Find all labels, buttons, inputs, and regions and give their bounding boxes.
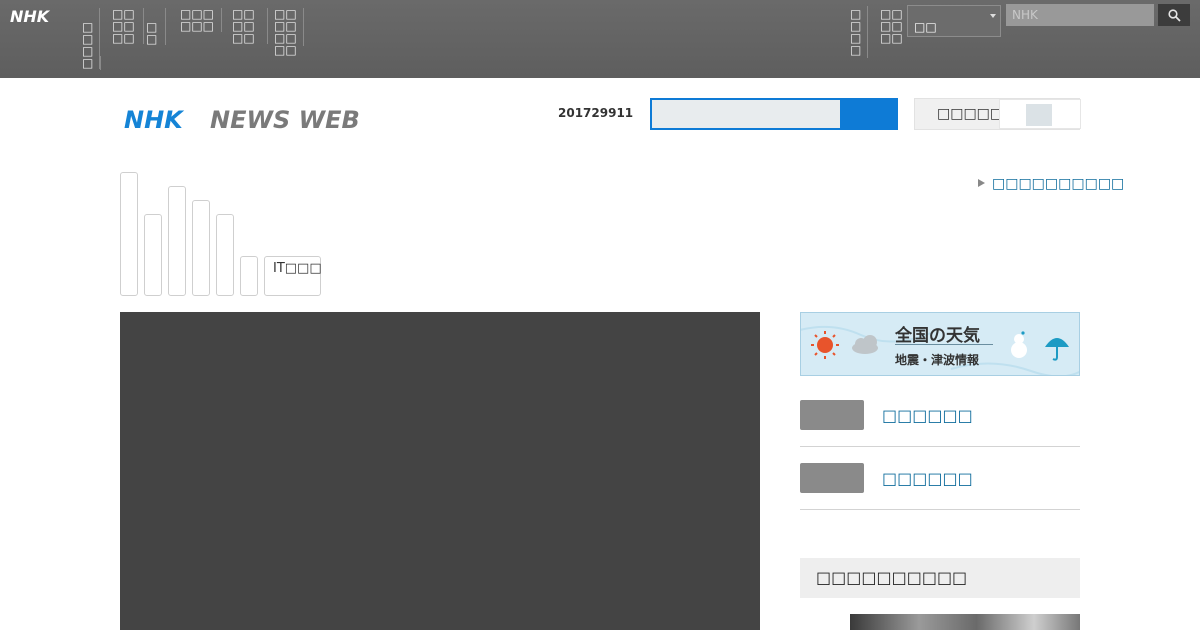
toggle-knob xyxy=(1026,104,1052,126)
category-tab-it[interactable]: IT□□□ xyxy=(264,256,322,296)
weather-underline xyxy=(895,344,993,345)
side-link-item[interactable]: □□□□□□ xyxy=(800,400,1080,447)
side-link-thumbnail xyxy=(800,463,864,493)
nhk-search-input[interactable] xyxy=(1006,4,1154,26)
search-icon xyxy=(1167,8,1181,22)
umbrella-icon xyxy=(1045,338,1069,361)
nav-divider xyxy=(100,56,101,70)
global-header: NHK □□□□ □□□□□□ □□ □□□□□□ □□□□□□ □□□□□□□… xyxy=(0,0,1200,78)
category-tab[interactable] xyxy=(216,214,234,296)
display-toggle[interactable]: □□□□□ xyxy=(914,98,1081,130)
side-link-item[interactable]: □□□□□□ xyxy=(800,463,1080,510)
news-search-button[interactable] xyxy=(840,98,898,130)
more-link[interactable]: □□□□□□□□□□ xyxy=(978,176,1124,192)
weather-title: 全国の天気 xyxy=(895,326,980,346)
side-link-thumbnail xyxy=(800,400,864,430)
search-button[interactable] xyxy=(1158,4,1190,26)
svg-text:NHK: NHK xyxy=(10,7,51,25)
category-tab[interactable] xyxy=(120,172,138,296)
news-search-input[interactable] xyxy=(652,100,840,128)
side-link-label: □□□□□□ xyxy=(882,469,973,488)
main-video-player[interactable] xyxy=(120,312,760,630)
quake-tsunami-label: 地震・津波情報 xyxy=(895,353,980,367)
side-link-label: □□□□□□ xyxy=(882,406,973,425)
date-display: 201729911 xyxy=(558,106,634,120)
utility-nav-item[interactable]: □□□□□□ xyxy=(868,6,906,58)
site-search xyxy=(650,98,898,130)
global-nav-item[interactable]: □□□□□□ xyxy=(166,8,222,32)
region-select[interactable]: □□ xyxy=(907,5,1001,37)
svg-text:NEWS WEB: NEWS WEB xyxy=(210,106,360,134)
svg-text:NHK: NHK xyxy=(124,106,185,134)
toggle-label: □□□□□ xyxy=(937,106,1004,122)
global-nav-item[interactable]: □□□□□□□□ xyxy=(268,8,304,56)
utility-nav: □□□□ □□□□□□ xyxy=(848,6,906,58)
ranking-thumbnail[interactable] xyxy=(850,614,1080,630)
sun-icon xyxy=(811,331,839,359)
triangle-right-icon xyxy=(978,179,985,187)
global-nav-item[interactable]: □□□□□□ xyxy=(222,8,268,44)
global-nav-item[interactable]: □□□□□□ xyxy=(100,8,144,44)
toggle-switch[interactable] xyxy=(999,99,1081,129)
ranking-heading: □□□□□□□□□□ xyxy=(800,558,1080,598)
utility-nav-item[interactable]: □□□□ xyxy=(848,6,868,58)
category-tab[interactable] xyxy=(168,186,186,296)
global-nav: □□□□ □□□□□□ □□ □□□□□□ □□□□□□ □□□□□□□□ xyxy=(80,8,304,69)
weather-banner[interactable]: 全国の天気 地震・津波情報 xyxy=(800,312,1080,376)
category-tab[interactable] xyxy=(192,200,210,296)
category-tab[interactable] xyxy=(144,214,162,296)
news-web-logo[interactable]: NHK NEWS WEB xyxy=(124,104,364,134)
cloud-icon xyxy=(852,335,878,354)
category-tabs: IT□□□ xyxy=(120,172,330,296)
category-tab[interactable] xyxy=(240,256,258,296)
chevron-down-icon xyxy=(990,14,996,18)
global-nav-item[interactable]: □□ xyxy=(144,8,166,45)
global-nav-item[interactable]: □□□□ xyxy=(80,8,100,69)
nhk-logo[interactable]: NHK xyxy=(10,7,66,25)
snowman-icon xyxy=(1011,334,1027,358)
